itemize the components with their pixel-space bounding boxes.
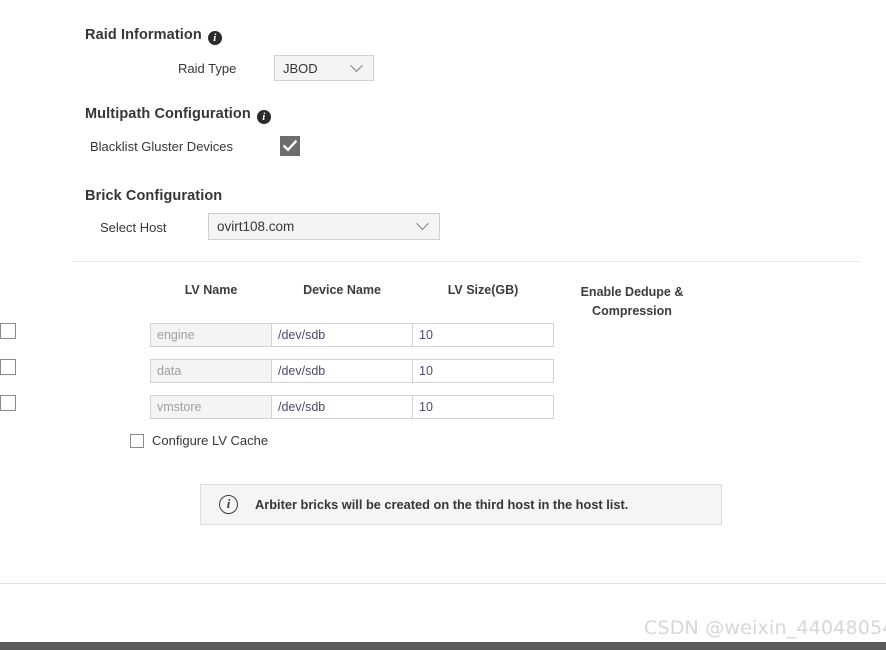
info-circle-icon: i [219, 495, 238, 514]
arbiter-info-alert: i Arbiter bricks will be created on the … [200, 484, 722, 525]
blacklist-gluster-devices-checkbox[interactable] [280, 136, 300, 156]
wizard-footer: Cancel ‹ Back Next › [0, 584, 886, 642]
configure-lv-cache-checkbox[interactable] [130, 433, 144, 448]
enable-dedupe-checkbox[interactable] [0, 323, 16, 339]
bottom-bar [0, 642, 886, 650]
lv-size-input[interactable] [412, 359, 554, 383]
lv-name-input[interactable] [150, 359, 272, 383]
multipath-configuration-heading: Multipath Configuration i [85, 106, 271, 124]
table-header-lv-size: LV Size(GB) [447, 283, 519, 297]
select-host-value: ovirt108.com [217, 219, 295, 234]
table-row [0, 395, 886, 419]
table-row [0, 323, 886, 347]
device-name-input[interactable] [271, 359, 413, 383]
arbiter-info-message: Arbiter bricks will be created on the th… [255, 497, 629, 512]
lv-name-input[interactable] [150, 395, 272, 419]
table-header-device-name: Device Name [303, 283, 381, 297]
multipath-configuration-title: Multipath Configuration [85, 106, 251, 122]
section-divider [72, 261, 860, 262]
chevron-down-icon [416, 217, 429, 231]
raid-information-title: Raid Information [85, 27, 202, 43]
device-name-input[interactable] [271, 323, 413, 347]
raid-information-heading: Raid Information i [85, 27, 222, 45]
lv-name-input[interactable] [150, 323, 272, 347]
lv-size-input[interactable] [412, 323, 554, 347]
device-name-input[interactable] [271, 395, 413, 419]
raid-type-select[interactable]: JBOD [274, 55, 374, 81]
wizard-content: Raid Information i Raid Type JBOD Multipa… [0, 0, 886, 583]
enable-dedupe-checkbox[interactable] [0, 395, 16, 411]
table-row [0, 359, 886, 383]
raid-type-label: Raid Type [178, 61, 237, 76]
dedupe-header-line-2: Compression [592, 304, 672, 318]
multipath-configuration-info-icon[interactable]: i [256, 110, 271, 124]
select-host-select[interactable]: ovirt108.com [208, 213, 440, 240]
lv-size-input[interactable] [412, 395, 554, 419]
brick-configuration-title: Brick Configuration [85, 188, 223, 204]
configure-lv-cache-label: Configure LV Cache [152, 433, 269, 448]
table-header-lv-name: LV Name [184, 283, 238, 297]
raid-information-info-icon[interactable]: i [207, 31, 222, 45]
brick-configuration-heading: Brick Configuration [85, 188, 222, 204]
configure-lv-cache-row: Configure LV Cache [130, 433, 268, 448]
enable-dedupe-checkbox[interactable] [0, 359, 16, 375]
blacklist-gluster-devices-label: Blacklist Gluster Devices [90, 139, 234, 154]
chevron-down-icon [350, 58, 363, 72]
wizard-page: Raid Information i Raid Type JBOD Multipa… [0, 0, 886, 650]
table-header-enable-dedupe-compression: Enable Dedupe & Compression [562, 283, 702, 321]
select-host-label: Select Host [100, 220, 167, 235]
dedupe-header-line-1: Enable Dedupe & [580, 285, 684, 299]
raid-type-value: JBOD [283, 60, 318, 76]
